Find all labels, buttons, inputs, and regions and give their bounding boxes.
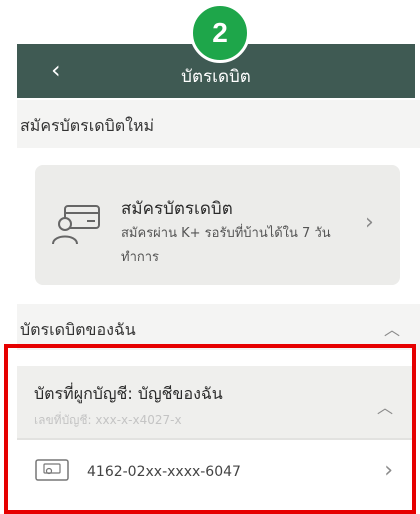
debit-card-item[interactable]: 4162-02xx-xxxx-6047 › [17, 440, 413, 507]
new-card-section-header: สมัครบัตรเดบิตใหม่ [17, 100, 420, 148]
my-cards-section-header[interactable]: บัตรเดบิตของฉัน ︿ [17, 304, 420, 350]
section-label: สมัครบัตรเดบิตใหม่ [20, 116, 155, 135]
person-card-icon [52, 205, 100, 245]
chevron-right-icon: › [365, 210, 374, 235]
section-label: บัตรเดบิตของฉัน [20, 320, 136, 339]
step-badge: 2 [190, 3, 250, 63]
chevron-up-icon[interactable]: ︿ [384, 316, 400, 340]
page-title: บัตรเดบิต [181, 67, 251, 87]
apply-card-title: สมัครบัตรเดบิต [121, 199, 233, 219]
chevron-right-icon: › [384, 458, 393, 483]
card-icon [35, 459, 69, 481]
apply-card-description: สมัครผ่าน K+ รอรับที่บ้านได้ใน 7 วันทำกา… [121, 226, 331, 265]
chevron-up-icon[interactable]: ︿ [377, 394, 393, 418]
account-number: เลขที่บัญชี: xxx-x-x4027-x [34, 413, 182, 427]
linked-account-row[interactable]: บัตรที่ผูกบัญชี: บัญชีของฉัน เลขที่บัญชี… [17, 366, 413, 438]
card-number: 4162-02xx-xxxx-6047 [87, 464, 241, 480]
apply-debit-card[interactable]: สมัครบัตรเดบิต สมัครผ่าน K+ รอรับที่บ้าน… [35, 165, 400, 285]
linked-account-title: บัตรที่ผูกบัญชี: บัญชีของฉัน [34, 384, 223, 403]
